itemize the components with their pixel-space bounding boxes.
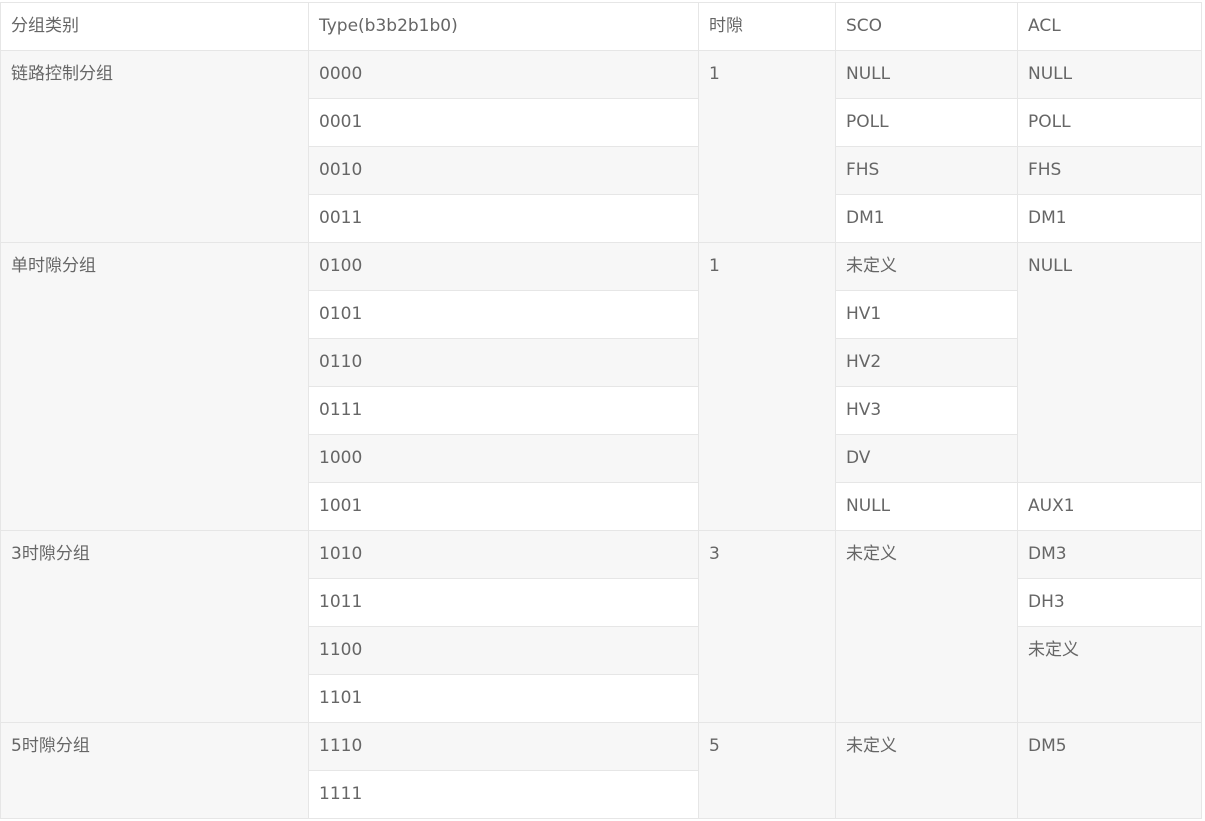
type-cell: 0011 <box>308 194 699 243</box>
category-cell: 单时隙分组 <box>0 242 309 531</box>
table-row: 3时隙分组 1010 3 未定义 DM3 <box>0 530 1202 723</box>
header-slot: 时隙 <box>698 2 836 51</box>
acl-cell: FHS <box>1017 146 1202 195</box>
acl-cell: POLL <box>1017 98 1202 147</box>
type-cell: 1100 <box>308 626 699 675</box>
acl-cell: DH3 <box>1017 578 1202 627</box>
acl-cell: DM3 <box>1017 530 1202 579</box>
sco-cell: DV <box>835 434 1018 483</box>
sco-cell: HV3 <box>835 386 1018 435</box>
header-category: 分组类别 <box>0 2 309 51</box>
category-cell: 3时隙分组 <box>0 530 309 723</box>
type-cell: 1011 <box>308 578 699 627</box>
table-row: 单时隙分组 0100 1 未定义 NULL <box>0 242 1202 531</box>
sco-cell: HV2 <box>835 338 1018 387</box>
type-cell: 0100 <box>308 242 699 291</box>
type-cell: 0010 <box>308 146 699 195</box>
table-row: 5时隙分组 1110 5 未定义 DM5 <box>0 722 1202 819</box>
category-cell: 5时隙分组 <box>0 722 309 819</box>
category-cell: 链路控制分组 <box>0 50 309 243</box>
acl-cell: DM5 <box>1017 722 1202 819</box>
slot-cell: 1 <box>698 242 836 531</box>
type-cell: 0001 <box>308 98 699 147</box>
acl-cell: NULL <box>1017 242 1202 483</box>
sco-cell: NULL <box>835 482 1018 531</box>
acl-cell: 未定义 <box>1017 626 1202 723</box>
acl-cell: NULL <box>1017 50 1202 99</box>
packet-type-table: 分组类别 Type(b3b2b1b0) 时隙 SCO ACL 链路控制分组 00… <box>0 2 1202 819</box>
type-cell: 1000 <box>308 434 699 483</box>
type-cell: 0111 <box>308 386 699 435</box>
header-type: Type(b3b2b1b0) <box>308 2 699 51</box>
type-cell: 0101 <box>308 290 699 339</box>
acl-cell: DM1 <box>1017 194 1202 243</box>
sco-cell: 未定义 <box>835 242 1018 291</box>
header-acl: ACL <box>1017 2 1202 51</box>
slot-cell: 3 <box>698 530 836 723</box>
acl-cell: AUX1 <box>1017 482 1202 531</box>
header-sco: SCO <box>835 2 1018 51</box>
type-cell: 0110 <box>308 338 699 387</box>
type-cell: 1101 <box>308 674 699 723</box>
sco-cell: NULL <box>835 50 1018 99</box>
table-row: 链路控制分组 0000 1 NULL NULL <box>0 50 1202 243</box>
sco-cell: HV1 <box>835 290 1018 339</box>
sco-cell: POLL <box>835 98 1018 147</box>
type-cell: 1110 <box>308 722 699 771</box>
slot-cell: 1 <box>698 50 836 243</box>
sco-cell: 未定义 <box>835 722 1018 819</box>
table-header-row: 分组类别 Type(b3b2b1b0) 时隙 SCO ACL <box>0 2 1202 51</box>
sco-cell: 未定义 <box>835 530 1018 723</box>
type-cell: 1111 <box>308 770 699 819</box>
type-cell: 0000 <box>308 50 699 99</box>
slot-cell: 5 <box>698 722 836 819</box>
type-cell: 1010 <box>308 530 699 579</box>
sco-cell: DM1 <box>835 194 1018 243</box>
sco-cell: FHS <box>835 146 1018 195</box>
type-cell: 1001 <box>308 482 699 531</box>
